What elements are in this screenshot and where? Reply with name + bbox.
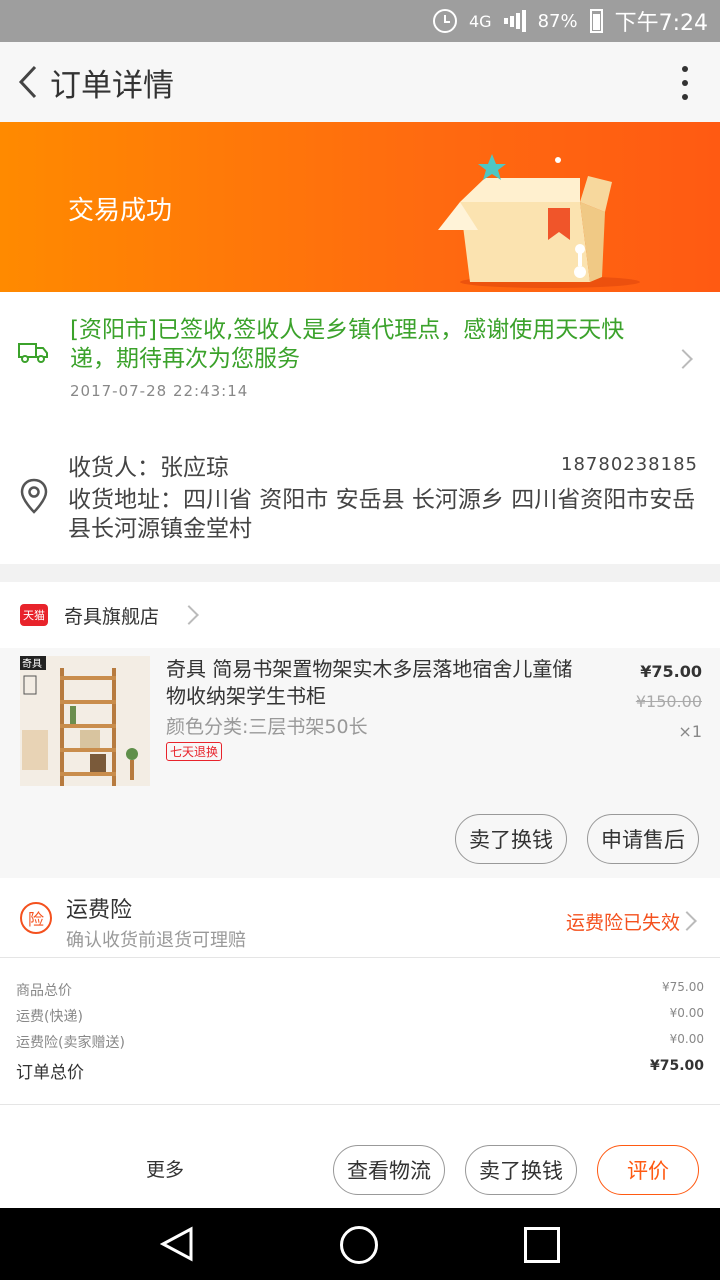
logistics-time: 2017-07-28 22:43:14: [70, 382, 249, 400]
bottom-action-bar: 更多 查看物流 卖了换钱 评价: [0, 1104, 720, 1208]
store-row[interactable]: 天猫 奇具旗舰店: [0, 582, 720, 648]
order-total-value: ¥75.00: [649, 1058, 704, 1074]
tmall-badge-icon: 天猫: [20, 604, 48, 626]
view-logistics-button[interactable]: 查看物流: [333, 1145, 445, 1195]
battery-percent: 87%: [537, 10, 578, 32]
product-sku: 颜色分类:三层书架50长: [166, 716, 368, 738]
store-name: 奇具旗舰店: [64, 605, 160, 628]
status-bar: 4G 87% 下午7:24: [0, 0, 720, 42]
insurance-fee-row: 运费险(卖家赠送) ¥0.00: [16, 1032, 704, 1052]
insurance-title: 运费险: [66, 898, 133, 923]
chevron-right-icon: [179, 605, 199, 625]
bookshelf-image: 奇具: [20, 656, 150, 786]
page-title: 订单详情: [50, 67, 174, 104]
subtotal-label: 商品总价: [16, 983, 72, 999]
network-label: 4G: [469, 11, 492, 31]
chevron-right-icon: [677, 911, 697, 931]
shipping-label: 运费(快递): [16, 1009, 83, 1025]
system-navigation-bar: [0, 1208, 720, 1280]
screen: 4G 87% 下午7:24 订单详情 交易成功 [资阳市]已签收,签收人是乡镇代…: [0, 0, 720, 1280]
clock-time: 下午7:24: [614, 11, 708, 36]
insurance-subtitle: 确认收货前退货可理赔: [66, 930, 246, 951]
nav-home-icon[interactable]: [340, 1226, 378, 1264]
receiver-phone: 18780238185: [561, 454, 698, 475]
order-status-banner: 交易成功: [0, 122, 720, 292]
product-image[interactable]: 奇具: [20, 656, 150, 786]
subtotal-row: 商品总价 ¥75.00: [16, 980, 704, 1000]
subtotal-value: ¥75.00: [662, 980, 704, 994]
seven-day-return-badge: 七天退换: [166, 742, 223, 761]
product-quantity: ×1: [678, 722, 702, 741]
shipping-insurance-row[interactable]: 险 运费险 确认收货前退货可理赔 运费险已失效: [0, 878, 720, 958]
order-total-label: 订单总价: [16, 1063, 84, 1083]
more-button[interactable]: 更多: [146, 1155, 184, 1182]
alarm-icon: [433, 9, 457, 33]
product-original-price: ¥150.00: [635, 692, 702, 711]
order-total-row: 订单总价 ¥75.00: [16, 1058, 704, 1083]
insurance-status: 运费险已失效: [565, 912, 680, 934]
shipping-value: ¥0.00: [669, 1006, 704, 1020]
sell-for-cash-bottom-button[interactable]: 卖了换钱: [465, 1145, 577, 1195]
sell-for-cash-button[interactable]: 卖了换钱: [455, 814, 567, 864]
shipping-address: 收货地址：四川省 资阳市 安岳县 长河源乡 四川省资阳市安岳县长河源镇金堂村: [68, 487, 696, 542]
nav-bar: 订单详情: [0, 42, 720, 122]
package-box-illustration: [438, 154, 640, 288]
nav-back-icon[interactable]: [160, 1226, 194, 1262]
review-button[interactable]: 评价: [597, 1145, 699, 1195]
shipping-row: 运费(快递) ¥0.00: [16, 1006, 704, 1026]
product-price: ¥75.00: [640, 662, 702, 681]
logistics-message: [资阳市]已签收,签收人是乡镇代理点，感谢使用天天快递，期待再次为您服务: [70, 317, 625, 372]
insurance-fee-label: 运费险(卖家赠送): [16, 1035, 125, 1051]
insurance-icon: 险: [20, 902, 52, 934]
battery-icon: [589, 9, 603, 33]
logistics-card[interactable]: [资阳市]已签收,签收人是乡镇代理点，感谢使用天天快递，期待再次为您服务 201…: [0, 292, 720, 434]
signal-icon: [503, 10, 526, 32]
order-status-text: 交易成功: [68, 196, 173, 226]
truck-icon: [18, 343, 48, 363]
image-brand-label: 奇具: [22, 657, 42, 670]
nav-recents-icon[interactable]: [524, 1227, 560, 1263]
address-card: 收货人：张应琼 18780238185 收货地址：四川省 资阳市 安岳县 长河源…: [0, 434, 720, 564]
insurance-fee-value: ¥0.00: [669, 1032, 704, 1046]
back-arrow-icon[interactable]: [8, 62, 48, 102]
after-sales-button[interactable]: 申请售后: [587, 814, 699, 864]
more-options-icon[interactable]: [680, 66, 690, 100]
receiver-name: 收货人：张应琼: [68, 455, 229, 481]
location-pin-icon: [20, 478, 48, 514]
product-item[interactable]: 奇具 奇具 简易书架置物架实木多层落地宿舍儿童储物收纳架学生书柜 颜色分类:三层…: [0, 648, 720, 878]
chevron-right-icon: [673, 349, 693, 369]
order-totals: 商品总价 ¥75.00 运费(快递) ¥0.00 运费险(卖家赠送) ¥0.00…: [0, 958, 720, 1104]
product-title[interactable]: 奇具 简易书架置物架实木多层落地宿舍儿童储物收纳架学生书柜: [166, 656, 576, 710]
